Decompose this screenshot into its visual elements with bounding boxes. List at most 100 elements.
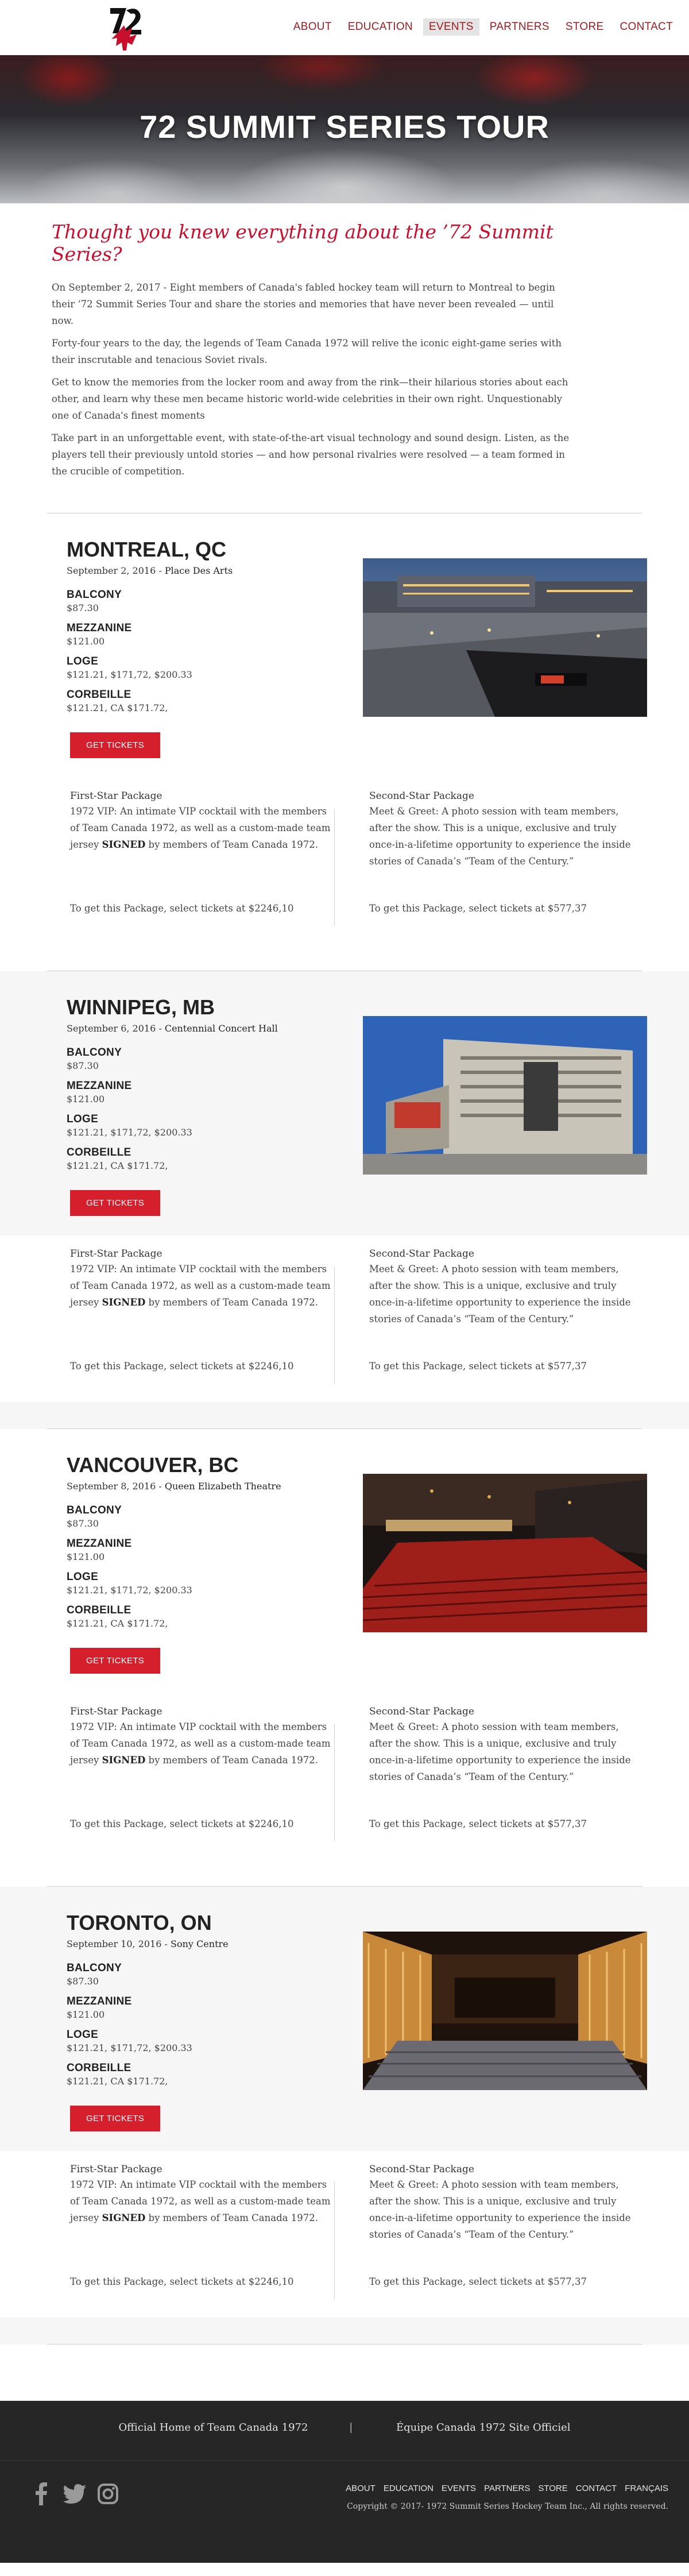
team-canada-logo-icon (107, 5, 144, 53)
tier-name: LOGE (67, 1113, 99, 1125)
get-tickets-button[interactable]: GET TICKETS (70, 732, 161, 758)
venue-details: VANCOUVER, BC September 8, 2016 - Queen … (0, 1429, 689, 1693)
package-note: To get this Package, select tickets at $… (70, 1361, 294, 1372)
venue-city: TORONTO, ON (67, 1911, 212, 1934)
venue-section: VANCOUVER, BC September 8, 2016 - Queen … (0, 1429, 689, 1887)
intro-heading: Thought you knew everything about the ’7… (52, 221, 553, 265)
tier-name: MEZZANINE (67, 622, 132, 634)
tier-name: MEZZANINE (67, 1080, 132, 1092)
package-description: Meet & Greet: A photo session with team … (369, 806, 631, 867)
first-star-package: First-Star Package 1972 VIP: An intimate… (70, 1248, 334, 1372)
footer-nav-item-education[interactable]: EDUCATION (384, 2484, 433, 2493)
tier-name: LOGE (67, 1571, 99, 1583)
venue-date: September 10, 2016 - Sony Centre (67, 1938, 319, 1949)
venue-details: TORONTO, ON September 10, 2016 - Sony Ce… (0, 1887, 689, 2151)
nav-item-partners[interactable]: PARTNERS (484, 18, 555, 36)
package-note: To get this Package, select tickets at $… (70, 903, 294, 914)
package-description-emphasis: SIGNED (102, 1297, 146, 1308)
package-divider (334, 1266, 335, 1384)
package-note: To get this Package, select tickets at $… (369, 1361, 587, 1372)
tier-name: LOGE (67, 2029, 99, 2041)
footer-nav-item-events[interactable]: EVENTS (442, 2484, 476, 2493)
instagram-icon[interactable] (95, 2481, 121, 2507)
get-tickets-button[interactable]: GET TICKETS (70, 1648, 161, 1674)
intro-section: Thought you knew everything about the ’7… (43, 203, 646, 513)
venue-hall: Sony Centre (171, 1938, 229, 1949)
get-tickets-button[interactable]: GET TICKETS (70, 1190, 161, 1216)
tier-name: CORBEILLE (67, 2062, 131, 2074)
tier-name: BALCONY (67, 1962, 122, 1974)
logo[interactable] (107, 5, 144, 53)
tier-price: $121.21, $171,72, $200.33 (67, 669, 192, 680)
price-tier: LOGE $121.21, $171,72, $200.33 (67, 1571, 319, 1596)
footer-nav-item-contact[interactable]: CONTACT (576, 2484, 617, 2493)
footer-nav-item-français[interactable]: FRANÇAIS (625, 2484, 668, 2493)
tier-price: $121.00 (67, 1094, 105, 1104)
tier-price: $87.30 (67, 1060, 99, 1071)
nav-item-events[interactable]: EVENTS (423, 18, 479, 36)
intro-paragraph: Take part in an unforgettable event, wit… (52, 432, 570, 477)
package-note: To get this Package, select tickets at $… (369, 1818, 587, 1829)
package-description-emphasis: SIGNED (102, 1755, 146, 1766)
venue-photo (363, 1016, 647, 1175)
tier-name: CORBEILLE (67, 1604, 131, 1616)
nav-item-contact[interactable]: CONTACT (614, 18, 679, 36)
first-star-package: First-Star Package 1972 VIP: An intimate… (70, 1706, 334, 1829)
package-description: 1972 VIP: An intimate VIP cocktail with … (70, 1261, 334, 1361)
venue-date: September 2, 2016 - Place Des Arts (67, 565, 319, 576)
nav-item-about[interactable]: ABOUT (288, 18, 338, 36)
venue-hall: Queen Elizabeth Theatre (164, 1481, 281, 1492)
price-tier: MEZZANINE $121.00 (67, 1995, 319, 2020)
price-tier: LOGE $121.21, $171,72, $200.33 (67, 655, 319, 680)
venue-city: VANCOUVER, BC (67, 1453, 239, 1477)
tier-name: LOGE (67, 655, 99, 667)
get-tickets-button[interactable]: GET TICKETS (70, 2106, 161, 2131)
second-star-package: Second-Star Package Meet & Greet: A phot… (369, 1248, 633, 1372)
venue-section: MONTREAL, QC September 2, 2016 - Place D… (0, 513, 689, 971)
venue-hall: Centennial Concert Hall (164, 1023, 278, 1034)
package-note: To get this Package, select tickets at $… (369, 2276, 587, 2287)
price-tier: LOGE $121.21, $171,72, $200.33 (67, 1113, 319, 1138)
venue-photo (363, 1474, 647, 1632)
second-star-package: Second-Star Package Meet & Greet: A phot… (369, 1706, 633, 1829)
first-star-package: First-Star Package 1972 VIP: An intimate… (70, 2164, 334, 2287)
venue-hall: Place Des Arts (164, 565, 233, 576)
twitter-icon[interactable] (62, 2481, 87, 2507)
official-home-link[interactable]: Official Home of Team Canada 1972 (119, 2421, 308, 2434)
footer-nav-item-store[interactable]: STORE (538, 2484, 567, 2493)
package-divider (334, 809, 335, 926)
price-tier: BALCONY $87.30 (67, 589, 319, 613)
venue-info: WINNIPEG, MB September 6, 2016 - Centenn… (67, 995, 319, 1216)
venue-section: WINNIPEG, MB September 6, 2016 - Centenn… (0, 971, 689, 1429)
package-note: To get this Package, select tickets at $… (70, 2276, 294, 2287)
packages: First-Star Package 1972 VIP: An intimate… (0, 1235, 689, 1402)
package-description-emphasis: SIGNED (102, 839, 146, 850)
price-tier: MEZZANINE $121.00 (67, 1538, 319, 1562)
second-star-package: Second-Star Package Meet & Greet: A phot… (369, 2164, 633, 2287)
package-note: To get this Package, select tickets at $… (70, 1818, 294, 1829)
footer-home-links: Official Home of Team Canada 1972 | Équi… (0, 2421, 689, 2434)
price-tier: BALCONY $87.30 (67, 1962, 319, 1987)
footer-nav-item-partners[interactable]: PARTNERS (484, 2484, 530, 2493)
event-date: September 6, 2016 - (67, 1023, 162, 1034)
nav-item-education[interactable]: EDUCATION (342, 18, 419, 36)
intro-paragraph: Get to know the memories from the locker… (52, 377, 568, 421)
package-description-text: by members of Team Canada 1972. (145, 839, 318, 850)
site-header: ABOUT EDUCATION EVENTS PARTNERS STORE CONTACT (0, 0, 689, 55)
price-tier: BALCONY $87.30 (67, 1504, 319, 1529)
tier-name: MEZZANINE (67, 1538, 132, 1550)
nav-item-store[interactable]: STORE (560, 18, 610, 36)
site-footer: Official Home of Team Canada 1972 | Équi… (0, 2401, 689, 2563)
tier-price: $121.21, CA $171.72, (67, 702, 168, 713)
tier-name: BALCONY (67, 589, 122, 601)
tier-price: $121.21, $171,72, $200.33 (67, 2042, 192, 2053)
footer-separator: | (349, 2421, 353, 2434)
package-title: First-Star Package (70, 1248, 162, 1260)
footer-nav-item-about[interactable]: ABOUT (346, 2484, 376, 2493)
facebook-icon[interactable] (29, 2481, 54, 2507)
price-tier: LOGE $121.21, $171,72, $200.33 (67, 2029, 319, 2053)
package-title: First-Star Package (70, 790, 162, 802)
price-tier: MEZZANINE $121.00 (67, 1080, 319, 1104)
social-links (29, 2481, 121, 2507)
official-site-french-link[interactable]: Équipe Canada 1972 Site Officiel (396, 2421, 571, 2434)
